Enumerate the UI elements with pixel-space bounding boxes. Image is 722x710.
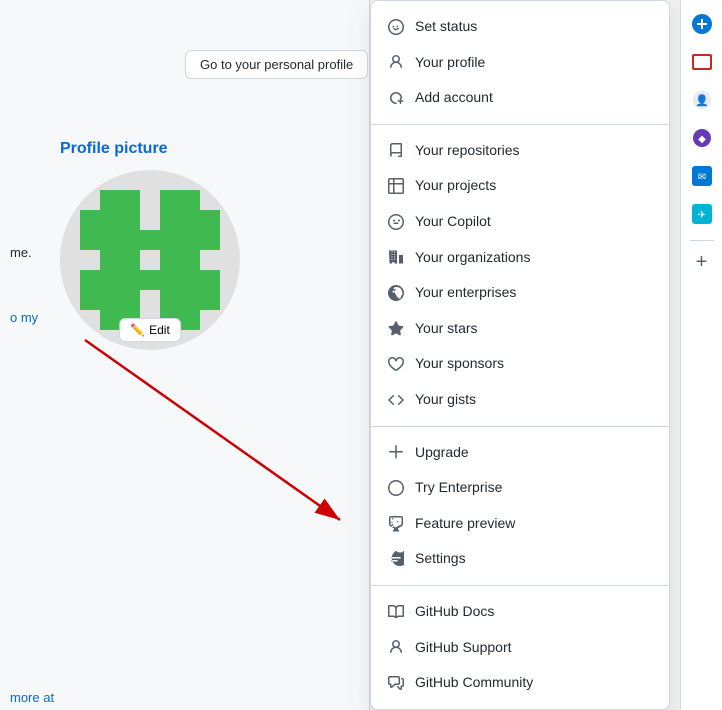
add-account-label: Add account	[415, 88, 493, 108]
sidebar-icon-2[interactable]	[686, 46, 718, 78]
your-enterprises-label: Your enterprises	[415, 283, 516, 303]
your-copilot-label: Your Copilot	[415, 212, 491, 232]
add-button[interactable]: +	[696, 251, 708, 274]
text-my: o my	[10, 310, 38, 325]
svg-text:👤: 👤	[695, 94, 709, 107]
github-docs-label: GitHub Docs	[415, 602, 494, 622]
menu-item-github-docs[interactable]: GitHub Docs	[371, 594, 669, 630]
support-icon	[387, 638, 405, 656]
menu-item-your-gists[interactable]: Your gists	[371, 382, 669, 418]
community-icon	[387, 674, 405, 692]
beaker-icon	[387, 515, 405, 533]
copilot-icon	[387, 213, 405, 231]
your-repositories-label: Your repositories	[415, 141, 520, 161]
your-stars-label: Your stars	[415, 319, 478, 339]
menu-item-your-copilot[interactable]: Your Copilot	[371, 204, 669, 240]
table-icon	[387, 177, 405, 195]
divider-1	[371, 124, 669, 125]
menu-item-github-support[interactable]: GitHub Support	[371, 630, 669, 666]
try-enterprise-label: Try Enterprise	[415, 478, 502, 498]
menu-item-add-account[interactable]: Add account	[371, 80, 669, 116]
svg-text:✈: ✈	[697, 210, 705, 221]
menu-item-feature-preview[interactable]: Feature preview	[371, 506, 669, 542]
sidebar-icon-3[interactable]: 👤	[686, 84, 718, 116]
divider-2	[371, 426, 669, 427]
text-more: more at	[10, 690, 54, 705]
menu-item-your-stars[interactable]: Your stars	[371, 311, 669, 347]
upload-icon	[387, 443, 405, 461]
menu-item-your-repositories[interactable]: Your repositories	[371, 133, 669, 169]
menu-item-your-profile[interactable]: Your profile	[371, 45, 669, 81]
book-icon	[387, 142, 405, 160]
menu-item-settings[interactable]: Settings	[371, 541, 669, 577]
sidebar-icon-5[interactable]: ✉	[686, 160, 718, 192]
person-add-icon	[387, 89, 405, 107]
upgrade-label: Upgrade	[415, 443, 469, 463]
sidebar-icon-6[interactable]: ✈	[686, 198, 718, 230]
menu-item-upgrade[interactable]: Upgrade	[371, 435, 669, 471]
star-icon	[387, 320, 405, 338]
set-status-label: Set status	[415, 17, 477, 37]
your-organizations-label: Your organizations	[415, 248, 530, 268]
your-sponsors-label: Your sponsors	[415, 354, 504, 374]
edit-profile-picture-button[interactable]: ✏️ Edit	[119, 318, 181, 342]
smiley-icon	[387, 18, 405, 36]
docs-icon	[387, 603, 405, 621]
sidebar-icon-1[interactable]	[686, 8, 718, 40]
github-community-label: GitHub Community	[415, 673, 533, 693]
user-dropdown-menu: Set status Your profile Add account Your…	[370, 0, 670, 710]
divider-3	[371, 585, 669, 586]
menu-item-your-projects[interactable]: Your projects	[371, 168, 669, 204]
pencil-icon: ✏️	[130, 323, 145, 337]
svg-text:◆: ◆	[698, 134, 706, 145]
avatar-image	[80, 190, 220, 330]
sidebar-divider	[690, 240, 714, 241]
menu-item-your-organizations[interactable]: Your organizations	[371, 240, 669, 276]
enterprise-icon	[387, 479, 405, 497]
svg-text:✉: ✉	[697, 172, 705, 183]
settings-label: Settings	[415, 549, 466, 569]
person-icon	[387, 53, 405, 71]
gear-icon	[387, 550, 405, 568]
your-profile-label: Your profile	[415, 53, 485, 73]
right-sidebar: 👤 ◆ ✉ ✈ +	[680, 0, 722, 710]
sidebar-icon-4[interactable]: ◆	[686, 122, 718, 154]
profile-picture-label: Profile picture	[60, 140, 240, 158]
menu-item-try-enterprise[interactable]: Try Enterprise	[371, 470, 669, 506]
menu-item-your-sponsors[interactable]: Your sponsors	[371, 346, 669, 382]
menu-item-your-enterprises[interactable]: Your enterprises	[371, 275, 669, 311]
text-me: me.	[10, 245, 32, 260]
globe-icon	[387, 284, 405, 302]
feature-preview-label: Feature preview	[415, 514, 515, 534]
code-icon	[387, 391, 405, 409]
menu-item-set-status[interactable]: Set status	[371, 9, 669, 45]
org-icon	[387, 248, 405, 266]
your-projects-label: Your projects	[415, 176, 496, 196]
github-support-label: GitHub Support	[415, 638, 512, 658]
left-panel	[0, 0, 370, 710]
your-gists-label: Your gists	[415, 390, 476, 410]
heart-icon	[387, 355, 405, 373]
go-to-profile-button[interactable]: Go to your personal profile	[185, 50, 368, 79]
menu-item-github-community[interactable]: GitHub Community	[371, 665, 669, 701]
edit-label: Edit	[149, 323, 170, 337]
profile-section: Profile picture ✏️ Edit	[60, 140, 240, 350]
